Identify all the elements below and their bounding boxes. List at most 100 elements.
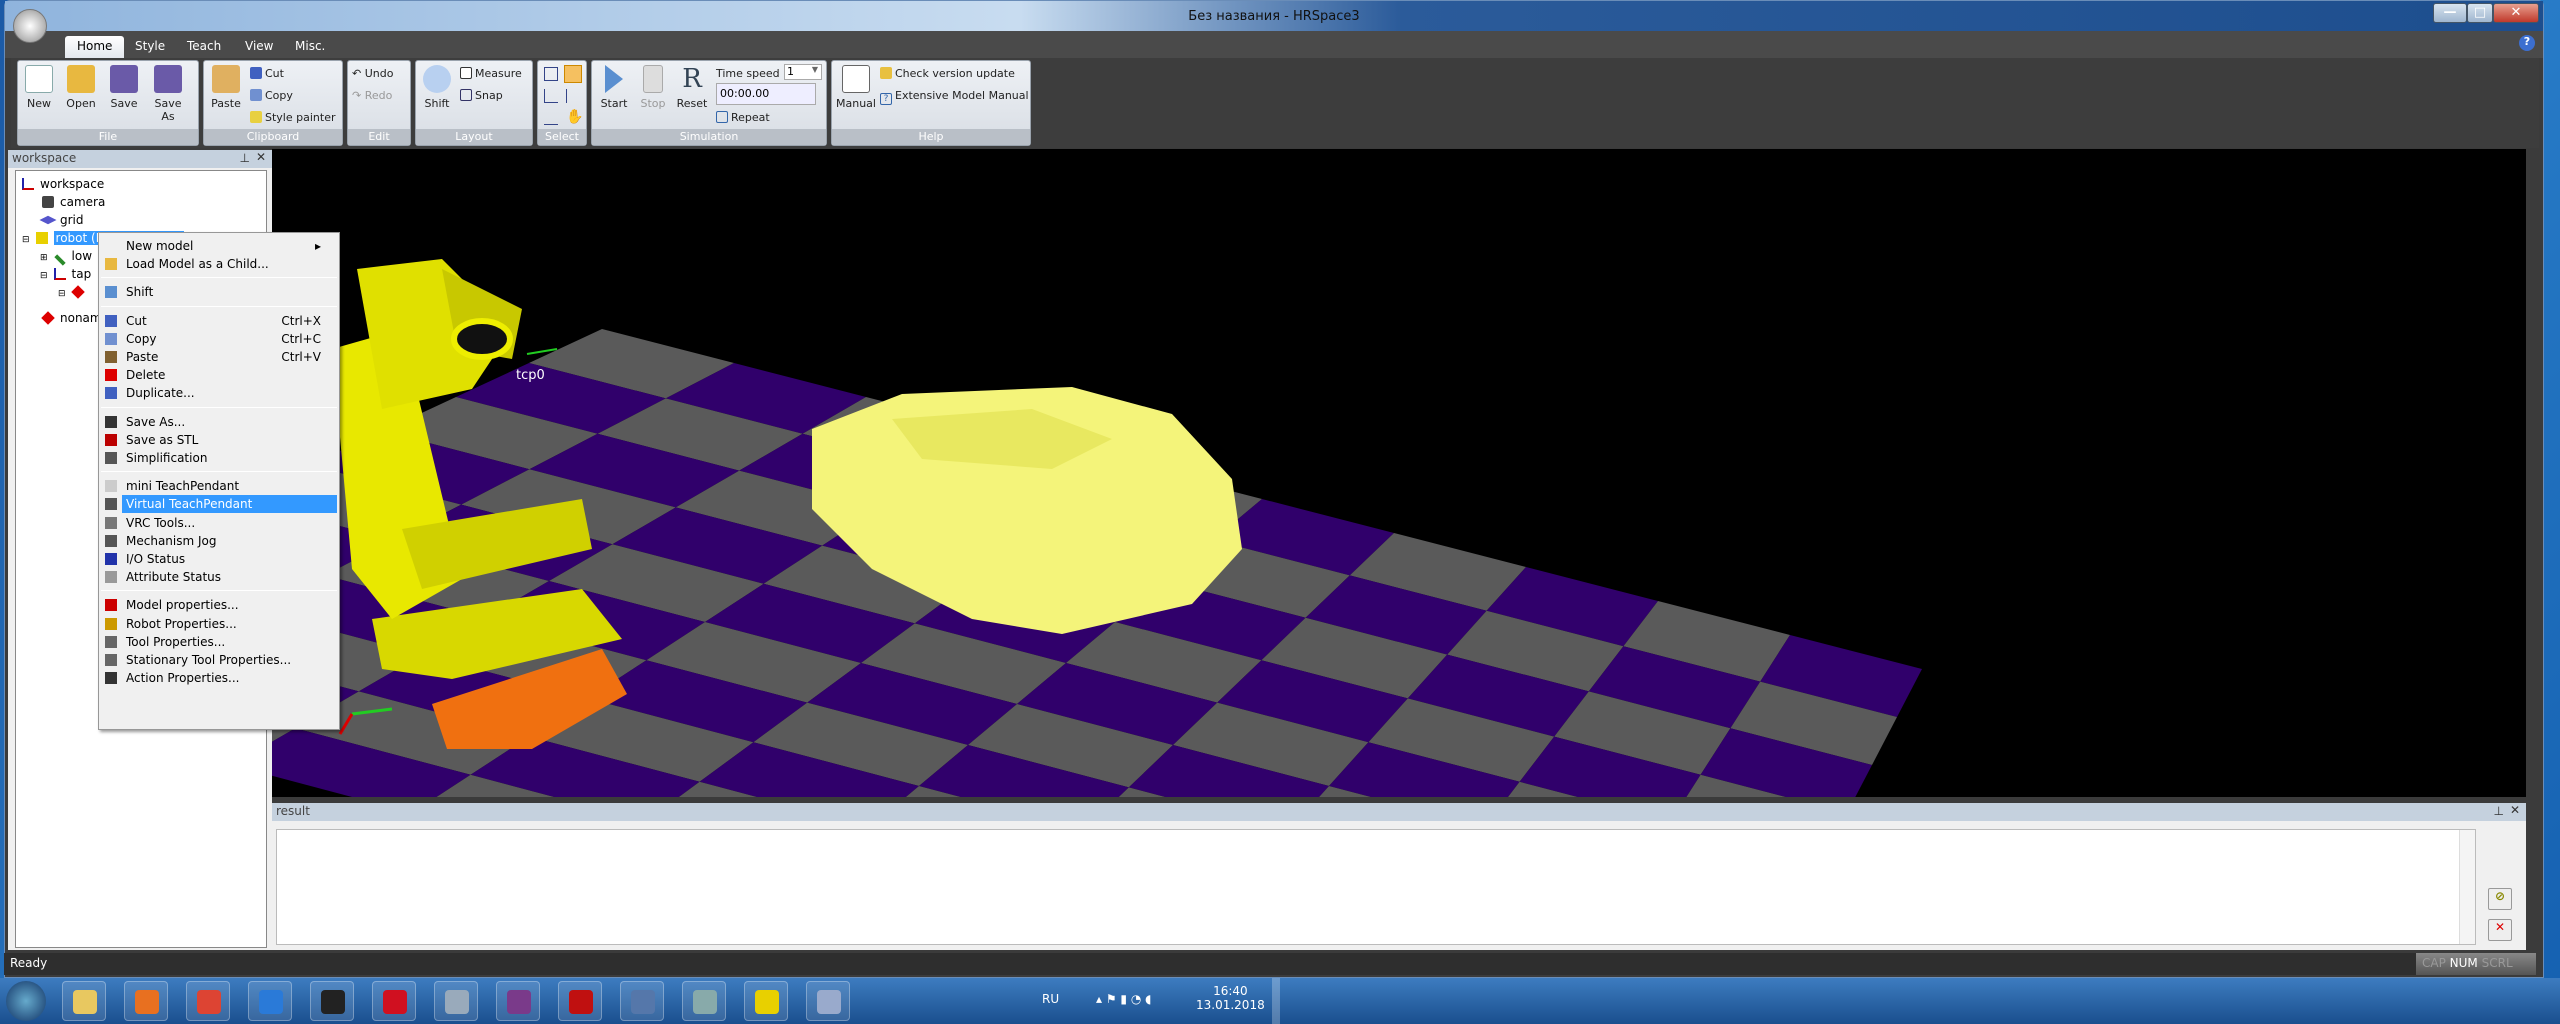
taskbar-app-paint[interactable] (806, 981, 850, 1021)
taskbar-app-notepad[interactable] (434, 981, 478, 1021)
close-button[interactable]: ✕ (2493, 3, 2539, 23)
show-desktop-button[interactable] (1272, 978, 1280, 1024)
taskbar-app-chrome[interactable] (186, 981, 230, 1021)
menu-item-virtual-teachpendant[interactable]: Virtual TeachPendant (101, 495, 337, 514)
menu-item-action-properties[interactable]: Action Properties... (101, 669, 337, 687)
tab-style[interactable]: Style (123, 36, 177, 58)
tree-item-low[interactable]: ⊞ low (40, 249, 92, 266)
collapse-icon[interactable]: ⊟ (40, 271, 48, 281)
select-point-icon[interactable] (566, 89, 580, 103)
open-button[interactable]: Open (62, 65, 100, 110)
tree-item-child[interactable]: ⊟ (58, 285, 90, 299)
save-button[interactable]: Save (106, 65, 142, 110)
time-speed-label: Time speed (716, 67, 780, 80)
time-speed-select[interactable]: 1 ▼ (784, 64, 822, 80)
result-scrollbar[interactable] (2459, 830, 2475, 944)
start-button[interactable]: Start (596, 65, 632, 110)
repeat-toggle[interactable]: Repeat (716, 111, 770, 124)
taskbar-app-media-player[interactable] (124, 981, 168, 1021)
model-manual-button[interactable]: ? Extensive Model Manual (880, 89, 1029, 105)
result-output[interactable] (276, 829, 2476, 945)
menu-item-copy[interactable]: Copy Ctrl+C (101, 330, 337, 348)
minimize-button[interactable]: — (2433, 3, 2467, 23)
menu-item-vrc-tools[interactable]: VRC Tools... (101, 514, 337, 532)
shift-button[interactable]: Shift (420, 65, 454, 110)
tab-teach[interactable]: Teach (175, 36, 233, 58)
stop-icon-button[interactable]: ⊘ (2488, 888, 2512, 910)
collapse-icon[interactable]: ⊟ (22, 235, 30, 245)
menu-item-shift[interactable]: Shift (101, 283, 337, 301)
expand-icon[interactable]: ⊞ (40, 253, 48, 263)
menu-item-save-as-stl[interactable]: Save as STL (101, 431, 337, 449)
menu-item-model-properties[interactable]: Model properties... (101, 596, 337, 614)
menu-item-new-model[interactable]: New model ▸ (101, 237, 337, 255)
taskbar-app-calculator[interactable] (682, 981, 726, 1021)
save-as-button[interactable]: Save As (148, 65, 188, 123)
menu-item-delete[interactable]: Delete (101, 366, 337, 384)
menu-item-mechanism-jog[interactable]: Mechanism Jog (101, 532, 337, 550)
measure-button[interactable]: Measure (460, 67, 522, 80)
paste-button[interactable]: Paste (208, 65, 244, 110)
snap-button[interactable]: Snap (460, 89, 503, 102)
tree-item-camera[interactable]: camera (42, 195, 105, 209)
3d-viewport[interactable]: tcp0 (272, 149, 2526, 797)
collapse-icon[interactable]: ⊟ (58, 289, 66, 299)
taskbar-app-app-cursor[interactable] (310, 981, 354, 1021)
tree-item-workspace[interactable]: workspace (22, 177, 104, 191)
menu-item-robot-properties[interactable]: Robot Properties... (101, 615, 337, 633)
menu-item-i-o-status[interactable]: I/O Status (101, 550, 337, 568)
help-icon[interactable]: ? (2519, 35, 2535, 51)
tray-icons[interactable]: ▴ ⚑ ▮ ◔ ◖ (1096, 992, 1151, 1006)
menu-item-cut[interactable]: Cut Ctrl+X (101, 312, 337, 330)
stop-button[interactable]: Stop (636, 65, 670, 110)
menu-item-label: I/O Status (126, 552, 186, 566)
menu-item-load-model-as-a-child[interactable]: Load Model as a Child... (101, 255, 337, 273)
menu-item-paste[interactable]: Paste Ctrl+V (101, 348, 337, 366)
redo-button[interactable]: ↷ Redo (352, 89, 392, 102)
new-button[interactable]: New (22, 65, 56, 110)
clock[interactable]: 16:40 13.01.2018 (1196, 984, 1265, 1012)
copy-button[interactable]: Copy (250, 89, 293, 102)
tree-item-tap[interactable]: ⊟ tap (40, 267, 91, 281)
select-face-icon[interactable] (544, 111, 558, 125)
select-angle-icon[interactable] (564, 65, 582, 83)
cut-button[interactable]: Cut (250, 67, 284, 80)
taskbar-app-autocad[interactable] (620, 981, 664, 1021)
menu-item-duplicate[interactable]: Duplicate... (101, 384, 337, 402)
start-button[interactable] (6, 981, 46, 1021)
application-menu-button[interactable] (13, 9, 47, 43)
manual-button[interactable]: Manual (836, 65, 876, 110)
taskbar-app-explorer[interactable] (62, 981, 106, 1021)
tab-home[interactable]: Home (65, 36, 125, 58)
reset-button[interactable]: R Reset (674, 65, 710, 110)
tab-view[interactable]: View (233, 36, 285, 58)
clear-output-button[interactable]: ✕ (2488, 919, 2512, 941)
taskbar-app-winrar[interactable] (496, 981, 540, 1021)
select-edge-icon[interactable] (544, 89, 558, 103)
taskbar-app-internet-explorer[interactable] (248, 981, 292, 1021)
style-painter-button[interactable]: Style painter (250, 111, 335, 124)
language-indicator[interactable]: RU (1042, 992, 1059, 1006)
close-icon[interactable]: ✕ (2510, 803, 2520, 817)
taskbar-app-opera[interactable] (372, 981, 416, 1021)
taskbar-app-acrobat[interactable] (558, 981, 602, 1021)
menu-item-tool-properties[interactable]: Tool Properties... (101, 633, 337, 651)
hand-icon[interactable]: ✋ (566, 109, 583, 125)
undo-button[interactable]: ↶ Undo (352, 67, 393, 80)
tree-item-noname[interactable]: nonam (41, 311, 102, 325)
menu-item-attribute-status[interactable]: Attribute Status (101, 568, 337, 586)
close-icon[interactable]: ✕ (256, 150, 266, 164)
menu-item-stationary-tool-properties[interactable]: Stationary Tool Properties... (101, 651, 337, 669)
select-box-icon[interactable] (544, 67, 558, 81)
check-update-button[interactable]: Check version update (880, 67, 1015, 80)
tab-misc[interactable]: Misc. (283, 36, 337, 58)
menu-item-save-as[interactable]: Save As... (101, 413, 337, 431)
menu-item-mini-teachpendant[interactable]: mini TeachPendant (101, 477, 337, 495)
pin-icon[interactable]: ⊥ (240, 151, 250, 165)
menu-item-simplification[interactable]: Simplification (101, 449, 337, 467)
pin-icon[interactable]: ⊥ (2494, 804, 2504, 818)
taskbar-app-hrspace[interactable] (744, 981, 788, 1021)
tree-item-grid[interactable]: grid (39, 213, 84, 227)
maximize-button[interactable]: □ (2467, 3, 2493, 23)
scene-canvas[interactable]: tcp0 (272, 149, 2526, 797)
